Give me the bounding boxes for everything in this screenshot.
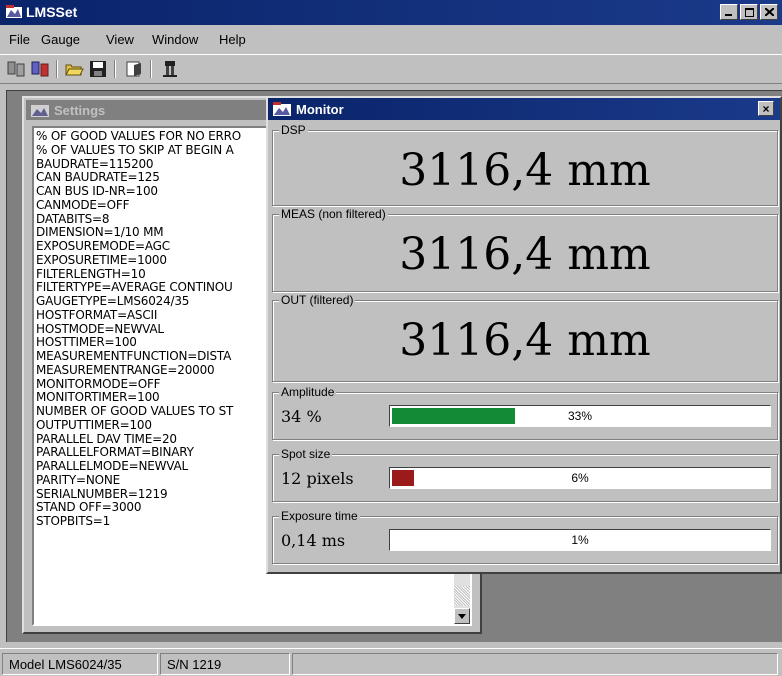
menu-help[interactable]: Help — [219, 32, 246, 47]
toolbar-separator — [56, 60, 58, 78]
settings-line[interactable]: EXPOSURETIME=1000 — [36, 253, 241, 268]
settings-line[interactable]: HOSTMODE=NEWVAL — [36, 322, 241, 337]
dsp-value: 3116,4 mm — [399, 145, 651, 196]
maximize-button[interactable] — [740, 4, 758, 20]
settings-line[interactable]: % OF GOOD VALUES FOR NO ERRO — [36, 129, 241, 144]
exposure-time-bar: 1% — [389, 529, 771, 551]
settings-line[interactable]: DATABITS=8 — [36, 212, 241, 227]
settings-line[interactable]: PARITY=NONE — [36, 473, 241, 488]
monitor-window[interactable]: Monitor × DSP 3116,4 mm MEAS (non filter… — [266, 96, 782, 574]
disconnect-icon[interactable] — [30, 59, 50, 79]
amplitude-label: Amplitude — [279, 385, 337, 399]
settings-line[interactable]: HOSTTIMER=100 — [36, 335, 241, 350]
maximize-icon — [744, 7, 754, 17]
settings-line[interactable]: SERIALNUMBER=1219 — [36, 487, 241, 502]
spot-size-percent: 6% — [571, 471, 589, 485]
settings-line[interactable]: STAND OFF=3000 — [36, 500, 241, 515]
spot-size-label: Spot size — [279, 447, 333, 461]
minimize-button[interactable] — [720, 4, 738, 20]
out-label: OUT (filtered) — [279, 293, 356, 307]
status-serial: S/N 1219 — [160, 653, 290, 675]
dsp-label: DSP — [279, 123, 308, 137]
settings-line[interactable]: OUTPUTTIMER=100 — [36, 418, 241, 433]
properties-icon[interactable] — [124, 59, 144, 79]
settings-line[interactable]: FILTERTYPE=AVERAGE CONTINOU — [36, 280, 241, 295]
out-group: OUT (filtered) 3116,4 mm — [272, 293, 778, 382]
status-bar: Model LMS6024/35 S/N 1219 — [0, 648, 782, 676]
settings-line[interactable]: % OF VALUES TO SKIP AT BEGIN A — [36, 143, 241, 158]
exposure-time-group: Exposure time 0,14 ms 1% — [272, 509, 778, 564]
toolbar-separator — [150, 60, 152, 78]
amplitude-percent: 33% — [567, 409, 593, 423]
gauge-icon[interactable] — [160, 59, 180, 79]
dsp-group: DSP 3116,4 mm — [272, 123, 778, 206]
app-title: LMSSet — [26, 4, 78, 20]
settings-line[interactable]: PARALLEL DAV TIME=20 — [36, 432, 241, 447]
settings-lines: % OF GOOD VALUES FOR NO ERRO% OF VALUES … — [36, 129, 241, 529]
menu-view[interactable]: View — [106, 32, 134, 47]
monitor-close-button[interactable]: × — [758, 101, 774, 116]
monitor-title: Monitor — [296, 102, 344, 117]
settings-line[interactable]: CAN BAUDRATE=125 — [36, 170, 241, 185]
amplitude-bar: 33% — [389, 405, 771, 427]
settings-line[interactable]: CANMODE=OFF — [36, 198, 241, 213]
save-icon[interactable] — [88, 59, 108, 79]
settings-line[interactable]: MONITORMODE=OFF — [36, 377, 241, 392]
close-icon: × — [762, 101, 770, 116]
spot-size-bar: 6% — [389, 467, 771, 489]
status-model: Model LMS6024/35 — [2, 653, 158, 675]
menu-gauge[interactable]: Gauge — [41, 32, 80, 47]
settings-window-icon — [31, 105, 49, 117]
amplitude-value: 34 % — [281, 407, 322, 426]
settings-line[interactable]: HOSTFORMAT=ASCII — [36, 308, 241, 323]
status-empty-panel — [292, 653, 778, 675]
meas-value: 3116,4 mm — [399, 229, 651, 280]
settings-line[interactable]: MONITORTIMER=100 — [36, 390, 241, 405]
arrow-down-icon — [458, 613, 466, 619]
settings-line[interactable]: BAUDRATE=115200 — [36, 157, 241, 172]
scroll-down-button[interactable] — [454, 608, 470, 624]
spot-size-group: Spot size 12 pixels 6% — [272, 447, 778, 502]
toolbar-separator — [114, 60, 116, 78]
meas-label: MEAS (non filtered) — [279, 207, 388, 221]
exposure-time-percent: 1% — [571, 533, 589, 547]
menu-window[interactable]: Window — [152, 32, 198, 47]
toolbar — [0, 54, 782, 84]
settings-line[interactable]: PARALLELMODE=NEWVAL — [36, 459, 241, 474]
app-icon — [6, 5, 22, 18]
settings-line[interactable]: GAUGETYPE=LMS6024/35 — [36, 294, 241, 309]
settings-line[interactable]: STOPBITS=1 — [36, 514, 241, 529]
minimize-icon — [725, 14, 732, 16]
open-folder-icon[interactable] — [64, 59, 84, 79]
settings-line[interactable]: DIMENSION=1/10 MM — [36, 225, 241, 240]
menu-file[interactable]: File — [9, 32, 30, 47]
amplitude-group: Amplitude 34 % 33% — [272, 385, 778, 440]
settings-line[interactable]: FILTERLENGTH=10 — [36, 267, 241, 282]
meas-group: MEAS (non filtered) 3116,4 mm — [272, 207, 778, 292]
settings-line[interactable]: EXPOSUREMODE=AGC — [36, 239, 241, 254]
spot-size-value: 12 pixels — [281, 469, 354, 488]
exposure-time-label: Exposure time — [279, 509, 360, 523]
settings-line[interactable]: MEASUREMENTRANGE=20000 — [36, 363, 241, 378]
app-title-bar[interactable]: LMSSet — [0, 0, 782, 25]
exposure-time-value: 0,14 ms — [281, 531, 346, 550]
settings-line[interactable]: PARALLELFORMAT=BINARY — [36, 445, 241, 460]
settings-line[interactable]: CAN BUS ID-NR=100 — [36, 184, 241, 199]
close-button[interactable] — [760, 4, 778, 20]
settings-title: Settings — [54, 103, 106, 118]
scroll-thumb[interactable] — [454, 586, 470, 606]
menu-bar: File Gauge View Window Help — [0, 28, 782, 50]
settings-line[interactable]: NUMBER OF GOOD VALUES TO ST — [36, 404, 241, 419]
out-value: 3116,4 mm — [399, 315, 651, 366]
monitor-window-icon — [273, 102, 291, 116]
connect-icon[interactable] — [6, 59, 26, 79]
close-icon — [764, 8, 774, 16]
monitor-title-bar[interactable]: Monitor × — [268, 98, 780, 120]
settings-line[interactable]: MEASUREMENTFUNCTION=DISTA — [36, 349, 241, 364]
